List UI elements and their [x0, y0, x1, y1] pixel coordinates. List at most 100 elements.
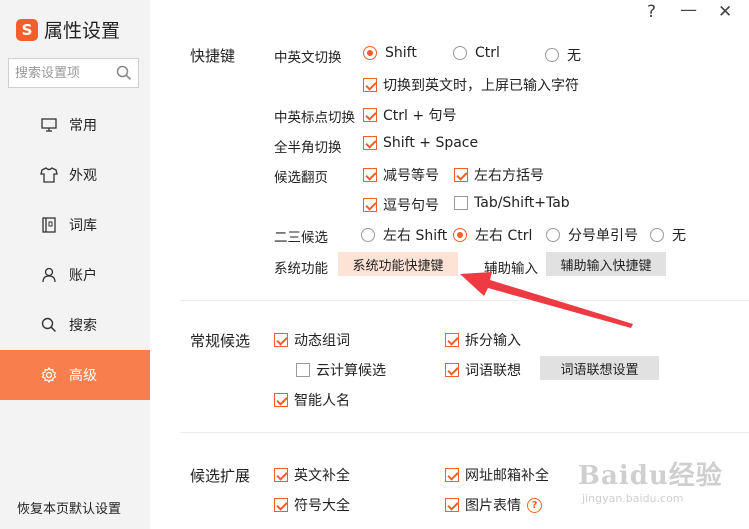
radio-icon[interactable] [545, 48, 559, 62]
checkbox-label: 动态组词 [294, 333, 350, 349]
watermark: Baidu经验 jingyan.baidu.com [578, 455, 723, 505]
sidebar-item-label: 外观 [69, 168, 97, 184]
checkbox-icon[interactable] [363, 168, 377, 182]
shirt-icon [40, 166, 58, 184]
checkbox-smart-names[interactable]: 智能人名 [274, 390, 350, 410]
checkbox-label: 左右方括号 [474, 168, 544, 184]
radio-icon[interactable] [453, 228, 467, 242]
checkbox-brackets[interactable]: 左右方括号 [454, 165, 544, 185]
checkbox-shift-space[interactable]: Shift + Space [363, 135, 478, 151]
annotation-arrow-icon [460, 272, 633, 328]
watermark-url: jingyan.baidu.com [582, 492, 684, 505]
checkbox-icon[interactable] [274, 333, 288, 347]
checkbox-dynamic-words[interactable]: 动态组词 [274, 330, 350, 350]
checkbox-english-completion[interactable]: 英文补全 [274, 465, 350, 485]
checkbox-tab-shift-tab[interactable]: Tab/Shift+Tab [454, 195, 570, 211]
checkbox-commit-on-switch[interactable]: 切换到英文时，上屏已输入字符 [363, 75, 579, 95]
checkbox-icon[interactable] [454, 168, 468, 182]
radio-semicolon-quote[interactable]: 分号单引号 [546, 225, 638, 245]
checkbox-label: 网址邮箱补全 [465, 468, 549, 484]
checkbox-icon[interactable] [274, 393, 288, 407]
sidebar-item-appearance[interactable]: 外观 [0, 150, 150, 200]
restore-defaults-link[interactable]: 恢复本页默认设置 [17, 498, 121, 517]
checkbox-word-association[interactable]: 词语联想 [445, 360, 521, 380]
search-icon[interactable] [116, 65, 132, 81]
radio-label: Shift [385, 45, 417, 61]
sidebar-item-common[interactable]: 常用 [0, 100, 150, 150]
radio-label: 无 [672, 228, 686, 244]
checkbox-url-email-completion[interactable]: 网址邮箱补全 [445, 465, 549, 485]
checkbox-label: 云计算候选 [316, 363, 386, 379]
checkbox-image-emoji[interactable]: 图片表情? [445, 495, 542, 515]
sidebar-item-account[interactable]: 账户 [0, 250, 150, 300]
sidebar-item-label: 常用 [69, 118, 97, 134]
checkbox-split-input[interactable]: 拆分输入 [445, 330, 521, 350]
checkbox-icon[interactable] [274, 498, 288, 512]
checkbox-icon[interactable] [445, 498, 459, 512]
radio-cn-en-shift[interactable]: Shift [363, 45, 417, 61]
checkbox-icon[interactable] [363, 108, 377, 122]
search-icon [40, 316, 58, 334]
checkbox-symbols[interactable]: 符号大全 [274, 495, 350, 515]
sidebar-item-dictionary[interactable]: 词库 [0, 200, 150, 250]
checkbox-icon[interactable] [454, 196, 468, 210]
checkbox-minus-equal[interactable]: 减号等号 [363, 165, 439, 185]
checkbox-icon[interactable] [274, 468, 288, 482]
row-label-punct: 中英标点切换 [274, 110, 355, 126]
radio-cn-en-ctrl[interactable]: Ctrl [453, 45, 500, 61]
search-box[interactable] [8, 58, 139, 88]
sidebar-item-advanced[interactable]: 高级 [0, 350, 150, 400]
checkbox-icon[interactable] [363, 78, 377, 92]
row-label-cn-en: 中英文切换 [274, 50, 342, 66]
book-icon [40, 216, 58, 234]
main-panel: 快捷键 中英文切换 Shift Ctrl 无 切换到英文时，上屏已输入字符 中英… [150, 0, 749, 529]
row-label-system: 系统功能 [274, 261, 328, 277]
checkbox-icon[interactable] [445, 363, 459, 377]
sogou-logo-icon: S [16, 18, 38, 41]
checkbox-label: 逗号句号 [383, 198, 439, 214]
sidebar-item-label: 账户 [69, 268, 97, 284]
help-circle-icon[interactable]: ? [527, 497, 542, 513]
system-shortcut-button[interactable]: 系统功能快捷键 [338, 252, 458, 276]
checkbox-icon[interactable] [363, 136, 377, 150]
radio-icon[interactable] [453, 46, 467, 60]
radio-left-right-shift[interactable]: 左右 Shift [361, 225, 447, 245]
checkbox-label: 符号大全 [294, 498, 350, 514]
checkbox-label: 拆分输入 [465, 333, 521, 349]
watermark-brand: Baidu经验 [578, 461, 723, 491]
row-label-second-third: 二三候选 [274, 230, 328, 246]
radio-label: 分号单引号 [568, 228, 638, 244]
sidebar-item-search[interactable]: 搜索 [0, 300, 150, 350]
word-association-settings-button[interactable]: 词语联想设置 [540, 356, 659, 380]
section-title-extension: 候选扩展 [190, 467, 251, 485]
radio-cn-en-none[interactable]: 无 [545, 45, 581, 65]
checkbox-icon[interactable] [445, 468, 459, 482]
checkbox-label: Ctrl + 句号 [383, 108, 457, 124]
section-divider [180, 432, 749, 433]
checkbox-label: 图片表情 [465, 498, 521, 514]
checkbox-icon[interactable] [363, 198, 377, 212]
checkbox-icon[interactable] [296, 363, 310, 377]
checkbox-label: Tab/Shift+Tab [474, 195, 570, 211]
app-title-text: 属性设置 [44, 20, 121, 42]
radio-icon[interactable] [361, 228, 375, 242]
radio-icon[interactable] [546, 228, 560, 242]
checkbox-cloud-candidates[interactable]: 云计算候选 [296, 360, 386, 380]
search-input[interactable] [15, 65, 115, 81]
checkbox-label: 词语联想 [465, 363, 521, 379]
radio-icon[interactable] [363, 46, 377, 60]
checkbox-label: 切换到英文时，上屏已输入字符 [383, 78, 579, 94]
checkbox-icon[interactable] [445, 333, 459, 347]
checkbox-label: 减号等号 [383, 168, 439, 184]
radio-left-right-ctrl[interactable]: 左右 Ctrl [453, 225, 532, 245]
checkbox-label: 智能人名 [294, 393, 350, 409]
radio-icon[interactable] [650, 228, 664, 242]
radio-second-third-none[interactable]: 无 [650, 225, 686, 245]
radio-label: 左右 Ctrl [475, 228, 533, 244]
monitor-icon [40, 116, 58, 134]
checkbox-comma-period[interactable]: 逗号句号 [363, 195, 439, 215]
section-title-shortcuts: 快捷键 [190, 47, 236, 65]
app-title: S 属性设置 [16, 16, 120, 43]
section-title-candidates: 常规候选 [190, 332, 251, 350]
checkbox-punct-ctrl-period[interactable]: Ctrl + 句号 [363, 105, 457, 125]
